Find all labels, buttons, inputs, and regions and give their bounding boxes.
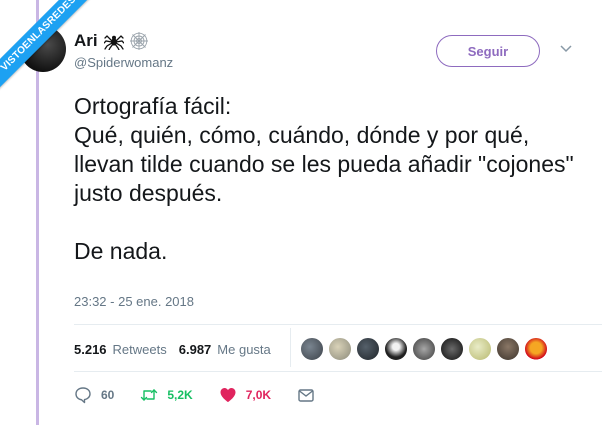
reply-icon[interactable] xyxy=(74,386,92,404)
reply-action[interactable]: 60 xyxy=(74,386,114,404)
liker-avatar[interactable] xyxy=(328,337,352,361)
tweet-actions: 60 5,2K 7,0K xyxy=(74,386,341,404)
liker-avatar[interactable] xyxy=(384,337,408,361)
likes-count[interactable]: 6.987 xyxy=(179,342,212,357)
likes-label[interactable]: Me gusta xyxy=(217,342,270,357)
like-count: 7,0K xyxy=(245,388,272,402)
author-display-name[interactable]: Ari xyxy=(74,31,98,51)
retweets-label[interactable]: Retweets xyxy=(113,342,167,357)
liker-avatar[interactable] xyxy=(496,337,520,361)
liker-avatar[interactable] xyxy=(440,337,464,361)
heart-icon[interactable] xyxy=(219,386,237,404)
message-icon[interactable] xyxy=(297,386,315,404)
spider-icon xyxy=(103,35,124,50)
tweet-stats: 5.216 Retweets 6.987 Me gusta xyxy=(74,342,277,357)
stats-separator xyxy=(290,328,291,367)
reply-count: 60 xyxy=(101,388,115,402)
follow-button[interactable]: Seguir xyxy=(436,35,540,67)
divider-bottom xyxy=(74,371,602,372)
author-handle[interactable]: @Spiderwomanz xyxy=(74,55,173,70)
tweet-text: Ortografía fácil: Qué, quién, cómo, cuán… xyxy=(74,93,574,264)
retweet-action[interactable]: 5,2K xyxy=(140,386,193,404)
author-name-row: Ari xyxy=(74,31,148,51)
retweet-count: 5,2K xyxy=(167,388,193,402)
tweet-timestamp[interactable]: 23:32 - 25 ene. 2018 xyxy=(74,294,194,309)
liker-avatar[interactable] xyxy=(300,337,324,361)
divider-top xyxy=(74,324,602,325)
message-action[interactable] xyxy=(297,386,315,404)
liker-avatar[interactable] xyxy=(412,337,436,361)
chevron-down-icon[interactable] xyxy=(560,44,572,54)
retweets-count[interactable]: 5.216 xyxy=(74,342,107,357)
spider-web-icon xyxy=(129,32,148,50)
liker-avatar[interactable] xyxy=(356,337,380,361)
liker-avatar[interactable] xyxy=(468,337,492,361)
retweet-icon[interactable] xyxy=(140,386,158,404)
like-action[interactable]: 7,0K xyxy=(219,386,271,404)
liker-avatar[interactable] xyxy=(524,337,548,361)
liker-avatars xyxy=(300,337,548,361)
